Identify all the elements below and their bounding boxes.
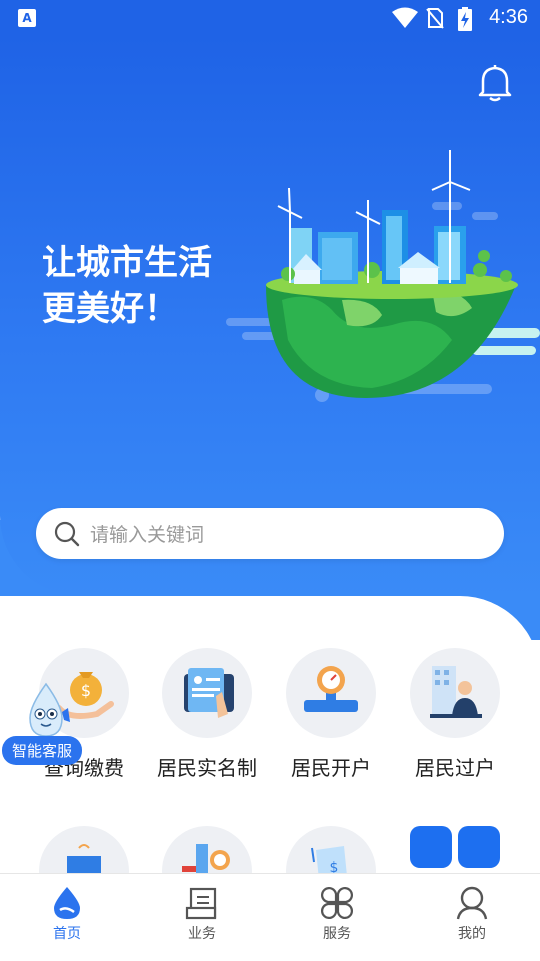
slogan-line-2: 更美好！ (42, 289, 178, 329)
smart-assistant-label: 智能客服 (2, 736, 83, 765)
clover-icon (321, 887, 353, 919)
more-tiles-icon[interactable] (410, 826, 502, 868)
service-real-name[interactable]: 居民实名制 (145, 648, 269, 781)
svg-text:$: $ (81, 681, 91, 700)
tile-right (458, 826, 500, 868)
id-card-icon (162, 648, 252, 738)
tab-label: 服务 (323, 926, 351, 942)
person-icon (456, 886, 488, 920)
service-label: 居民过户 (415, 756, 495, 780)
notification-bell-icon[interactable] (478, 64, 512, 102)
status-time: 4:36 (489, 6, 528, 28)
wifi-icon (392, 7, 418, 28)
search-placeholder: 请输入关键词 (90, 524, 205, 546)
tab-mine[interactable]: 我的 (432, 886, 512, 943)
tab-service[interactable]: 服务 (297, 886, 377, 943)
slogan-line-1: 让城市生活 (42, 243, 212, 283)
status-bar: A 4:36 (0, 0, 540, 36)
search-icon (54, 521, 80, 546)
water-drop-mascot-icon (29, 682, 70, 737)
water-drop-icon (54, 887, 80, 919)
service-label: 居民实名制 (157, 756, 257, 780)
search-bar[interactable]: 请输入关键词 (36, 508, 504, 559)
tab-home[interactable]: 首页 (27, 886, 107, 943)
tab-label: 业务 (188, 926, 216, 942)
tab-business[interactable]: 业务 (162, 886, 242, 943)
hero-slogan: 让城市生活 更美好！ (42, 240, 212, 332)
service-label: 居民开户 (291, 756, 371, 780)
no-sim-icon (426, 8, 444, 29)
document-icon (185, 887, 217, 920)
tab-label: 我的 (458, 926, 486, 942)
service-transfer[interactable]: 居民过户 (393, 648, 517, 781)
tile-left (410, 826, 452, 868)
service-open-account[interactable]: 居民开户 (269, 648, 393, 781)
transfer-person-icon (410, 648, 500, 738)
tab-label: 首页 (53, 926, 81, 942)
bottom-tab-bar: 首页 业务 服务 我的 (0, 873, 540, 961)
green-city-globe-illustration (226, 150, 540, 402)
app-notification-icon: A (18, 9, 36, 27)
battery-charging-icon (458, 7, 472, 31)
water-meter-icon (286, 648, 376, 738)
